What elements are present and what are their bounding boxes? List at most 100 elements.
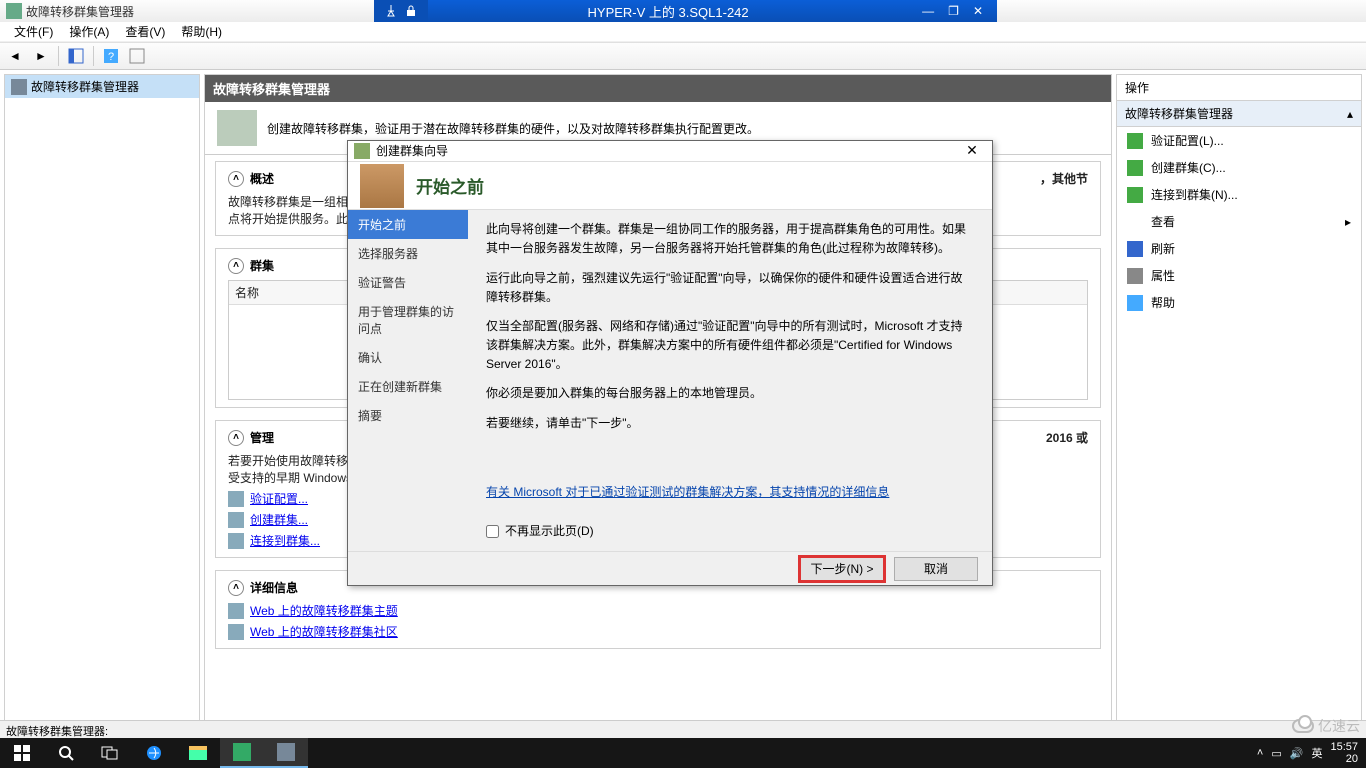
manage-title: 管理 — [250, 429, 274, 446]
wizard-dont-show-checkbox[interactable]: 不再显示此页(D) — [486, 522, 974, 541]
manage-extra: 2016 或 — [1006, 429, 1088, 446]
nav-before[interactable]: 开始之前 — [348, 210, 468, 239]
overview-title: 概述 — [250, 170, 274, 187]
action-connect[interactable]: 连接到群集(N)... — [1117, 181, 1361, 208]
lock-icon[interactable] — [404, 4, 418, 18]
clock[interactable]: 15:57 20 — [1330, 741, 1358, 765]
date: 20 — [1330, 753, 1358, 765]
link-validate[interactable]: 验证配置... — [250, 490, 308, 507]
menu-view[interactable]: 查看(V) — [117, 21, 173, 42]
watermark-text: 亿速云 — [1318, 716, 1360, 736]
action-validate-label: 验证配置(L)... — [1151, 132, 1224, 149]
cluster-manager-button[interactable] — [264, 738, 308, 768]
actions-section-header: 故障转移群集管理器 ▴ — [1117, 101, 1361, 127]
nav-warn[interactable]: 验证警告 — [348, 268, 468, 297]
link-community[interactable]: Web 上的故障转移群集社区 — [250, 623, 398, 640]
help-icon — [1127, 295, 1143, 311]
center-header: 故障转移群集管理器 — [205, 75, 1111, 102]
separator — [93, 46, 94, 66]
menu-help[interactable]: 帮助(H) — [173, 21, 230, 42]
action-connect-label: 连接到群集(N)... — [1151, 186, 1238, 203]
wizard-title-bar[interactable]: 创建群集向导 ✕ — [348, 141, 992, 162]
server-icon — [217, 110, 257, 146]
action-refresh[interactable]: 刷新 — [1117, 235, 1361, 262]
nav-creating[interactable]: 正在创建新群集 — [348, 372, 468, 401]
watermark: 亿速云 — [1292, 716, 1360, 736]
volume-icon[interactable]: 🔊 — [1290, 747, 1304, 760]
ime-indicator[interactable]: 英 — [1311, 745, 1322, 761]
ie-button[interactable] — [132, 738, 176, 768]
vm-close-icon[interactable]: ✕ — [973, 4, 983, 18]
cancel-button[interactable]: 取消 — [894, 557, 978, 581]
nav-select[interactable]: 选择服务器 — [348, 239, 468, 268]
refresh-button[interactable] — [126, 45, 148, 67]
tree-root-item[interactable]: 故障转移群集管理器 — [5, 75, 199, 98]
menu-file[interactable]: 文件(F) — [6, 21, 61, 42]
nav-summary[interactable]: 摘要 — [348, 401, 468, 430]
collapse-icon[interactable]: ˄ — [228, 580, 244, 596]
pin-icon[interactable] — [384, 4, 398, 18]
action-view[interactable]: 查看▸ — [1117, 208, 1361, 235]
wizard-para5: 若要继续，请单击"下一步"。 — [486, 414, 974, 433]
forward-button[interactable]: ► — [30, 45, 52, 67]
wizard-support-link[interactable]: 有关 Microsoft 对于已通过验证测试的群集解决方案，其支持情况的详细信息 — [486, 485, 889, 499]
link-connect[interactable]: 连接到群集... — [250, 532, 320, 549]
action-view-label: 查看 — [1151, 213, 1175, 230]
app-title-text: 故障转移群集管理器 — [26, 3, 134, 20]
action-refresh-label: 刷新 — [1151, 240, 1175, 257]
next-button[interactable]: 下一步(N) > — [800, 557, 884, 581]
center-intro-text: 创建故障转移群集，验证用于潜在故障转移群集的硬件，以及对故障转移群集执行配置更改… — [267, 120, 759, 137]
explorer-button[interactable] — [176, 738, 220, 768]
wizard-header-icon — [360, 164, 404, 208]
status-bar: 故障转移群集管理器: — [0, 720, 1366, 738]
validate-icon — [228, 491, 244, 507]
menu-action[interactable]: 操作(A) — [61, 21, 117, 42]
start-button[interactable] — [0, 738, 44, 768]
link-topics[interactable]: Web 上的故障转移群集主题 — [250, 602, 398, 619]
wizard-content: 此向导将创建一个群集。群集是一组协同工作的服务器，用于提高群集角色的可用性。如果… — [468, 210, 992, 551]
tree-root-label: 故障转移群集管理器 — [31, 78, 139, 95]
svg-text:?: ? — [108, 51, 114, 63]
action-validate[interactable]: 验证配置(L)... — [1117, 127, 1361, 154]
nav-access[interactable]: 用于管理群集的访问点 — [348, 297, 468, 343]
web-icon — [228, 603, 244, 619]
nav-confirm[interactable]: 确认 — [348, 343, 468, 372]
action-help[interactable]: 帮助 — [1117, 289, 1361, 316]
wizard-para1: 此向导将创建一个群集。群集是一组协同工作的服务器，用于提高群集角色的可用性。如果… — [486, 220, 974, 258]
link-create[interactable]: 创建群集... — [250, 511, 308, 528]
vm-restore-icon[interactable]: ❐ — [948, 4, 959, 18]
taskbar: ˄ ▭ 🔊 英 15:57 20 — [0, 738, 1366, 768]
vm-minimize-icon[interactable]: — — [922, 4, 934, 18]
create-icon — [1127, 160, 1143, 176]
action-create[interactable]: 创建群集(C)... — [1117, 154, 1361, 181]
collapse-icon[interactable]: ˄ — [228, 430, 244, 446]
back-button[interactable]: ◄ — [4, 45, 26, 67]
app-icon — [6, 3, 22, 19]
validate-icon — [1127, 133, 1143, 149]
web-icon — [228, 624, 244, 640]
checkbox-input[interactable] — [486, 525, 499, 538]
network-icon[interactable]: ▭ — [1271, 747, 1281, 760]
wizard-close-button[interactable]: ✕ — [958, 142, 986, 159]
server-manager-button[interactable] — [220, 738, 264, 768]
collapse-icon[interactable]: ˄ — [228, 258, 244, 274]
collapse-icon[interactable]: ˄ — [228, 171, 244, 187]
search-button[interactable] — [44, 738, 88, 768]
wizard-nav: 开始之前 选择服务器 验证警告 用于管理群集的访问点 确认 正在创建新群集 摘要 — [348, 210, 468, 551]
chevron-up-icon[interactable]: ▴ — [1347, 107, 1353, 121]
show-hide-tree-button[interactable] — [65, 45, 87, 67]
taskview-button[interactable] — [88, 738, 132, 768]
action-properties[interactable]: 属性 — [1117, 262, 1361, 289]
vm-connection-bar: HYPER-V 上的 3.SQL1-242 — ❐ ✕ — [374, 0, 997, 22]
checkbox-label: 不再显示此页(D) — [505, 522, 594, 541]
help-button[interactable]: ? — [100, 45, 122, 67]
tray-up-icon[interactable]: ˄ — [1257, 747, 1263, 759]
actions-section-label: 故障转移群集管理器 — [1125, 105, 1233, 122]
properties-icon — [1127, 268, 1143, 284]
action-properties-label: 属性 — [1151, 267, 1175, 284]
time: 15:57 — [1330, 741, 1358, 753]
tree-pane: 故障转移群集管理器 — [4, 74, 200, 724]
actions-pane: 操作 故障转移群集管理器 ▴ 验证配置(L)... 创建群集(C)... 连接到… — [1116, 74, 1362, 724]
create-cluster-wizard: 创建群集向导 ✕ 开始之前 开始之前 选择服务器 验证警告 用于管理群集的访问点… — [347, 140, 993, 586]
wizard-para3: 仅当全部配置(服务器、网络和存储)通过"验证配置"向导中的所有测试时，Micro… — [486, 317, 974, 375]
